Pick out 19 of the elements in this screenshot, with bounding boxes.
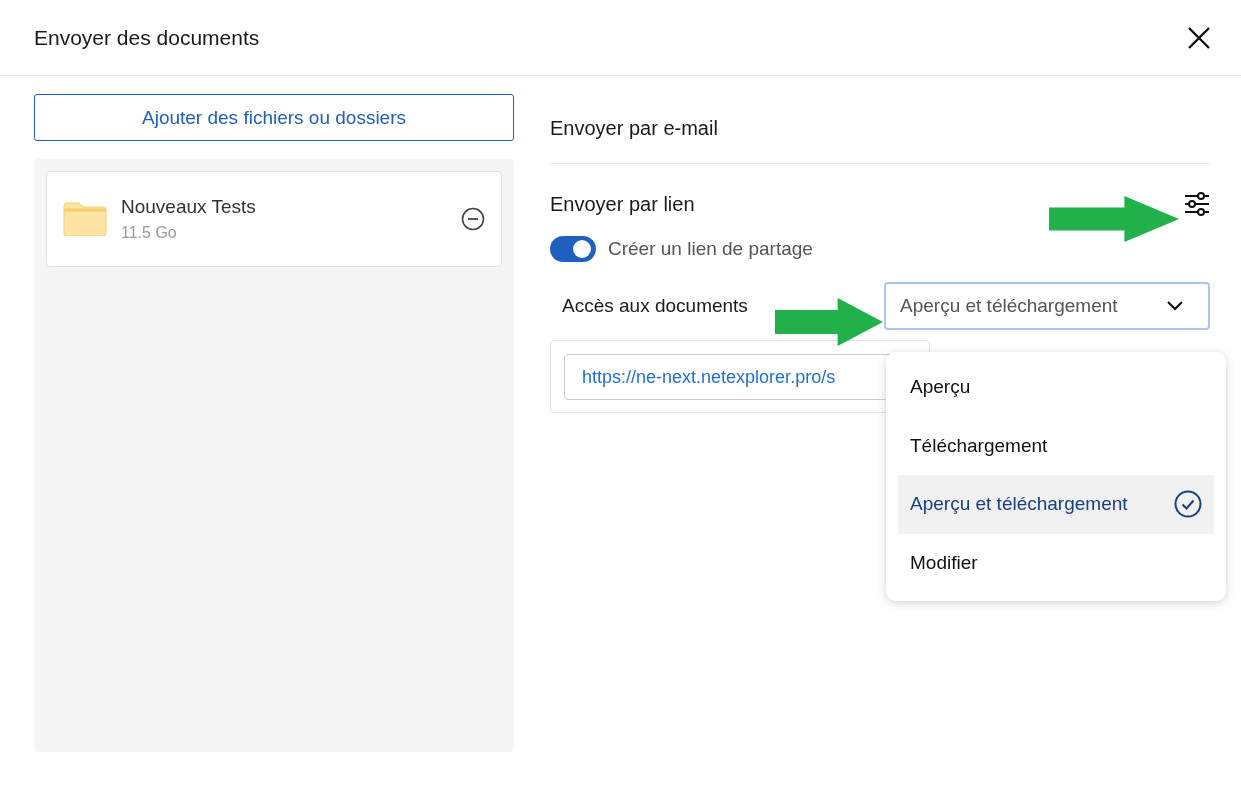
access-option[interactable]: Téléchargement xyxy=(898,416,1214,475)
close-icon[interactable] xyxy=(1187,25,1211,50)
check-circle-icon xyxy=(1174,490,1202,519)
remove-icon[interactable] xyxy=(461,207,485,231)
section-title: Envoyer par lien xyxy=(550,192,695,216)
file-name: Nouveaux Tests xyxy=(121,196,257,218)
share-link-toggle[interactable] xyxy=(550,236,596,262)
toggle-label: Créer un lien de partage xyxy=(608,238,813,260)
chevron-down-icon xyxy=(1166,300,1184,312)
access-dropdown[interactable]: Aperçu et téléchargement xyxy=(884,282,1210,330)
dialog-title: Envoyer des documents xyxy=(34,25,260,50)
access-option[interactable]: Aperçu et téléchargement xyxy=(898,475,1214,534)
file-size: 11.5 Go xyxy=(121,224,178,242)
add-files-button[interactable]: Ajouter des fichiers ou dossiers xyxy=(34,94,514,141)
section-title: Envoyer par e-mail xyxy=(550,117,718,140)
folder-icon xyxy=(63,202,107,236)
settings-icon[interactable] xyxy=(1184,192,1210,216)
access-label: Accès aux documents xyxy=(562,295,749,317)
access-option[interactable]: Modifier xyxy=(898,533,1214,592)
